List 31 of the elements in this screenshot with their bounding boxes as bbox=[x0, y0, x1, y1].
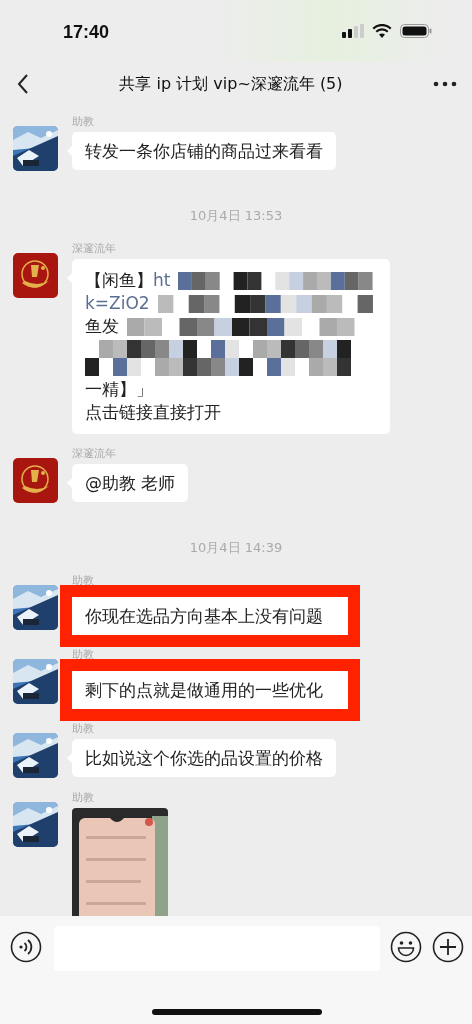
message-bubble[interactable]: 比如说这个你选的品设置的价格 bbox=[72, 739, 336, 777]
back-icon[interactable] bbox=[16, 73, 30, 95]
wifi-icon bbox=[372, 24, 392, 38]
voice-button[interactable] bbox=[10, 931, 42, 963]
sender-name: 助教 bbox=[72, 114, 94, 129]
message-bubble[interactable]: 【闲鱼】ht k=ZiO2 鱼发 一精】」 点击链接直接打开 bbox=[72, 259, 390, 434]
sender-name: 助教 bbox=[72, 721, 94, 736]
emblem-avatar-icon[interactable] bbox=[13, 253, 58, 298]
message-text: 点击链接直接打开 bbox=[85, 401, 221, 424]
link-text[interactable]: ht bbox=[153, 269, 171, 292]
sender-name: 助教 bbox=[72, 647, 94, 662]
more-icon[interactable] bbox=[432, 80, 458, 88]
message-text: 【闲鱼】 bbox=[85, 269, 153, 292]
status-time: 17:40 bbox=[63, 21, 110, 43]
link-text[interactable]: k=ZiO2 bbox=[85, 292, 150, 315]
chat-title: 共享 ip 计划 vip~深邃流年 (5) bbox=[118, 73, 344, 95]
message-bubble[interactable]: 你现在选品方向基本上没有问题 bbox=[72, 597, 348, 635]
add-button[interactable] bbox=[432, 931, 464, 963]
battery-icon bbox=[400, 24, 432, 38]
emblem-avatar-icon[interactable] bbox=[13, 458, 58, 503]
sender-name: 助教 bbox=[72, 790, 94, 805]
timestamp: 10月4日 13:53 bbox=[189, 207, 283, 225]
emoji-button[interactable] bbox=[390, 931, 422, 963]
message-text: 鱼发 bbox=[85, 315, 119, 338]
message-bubble[interactable]: 剩下的点就是做通用的一些优化 bbox=[72, 671, 348, 709]
message-text: 一精】」 bbox=[85, 378, 153, 401]
message-bubble[interactable]: @助教 老师 bbox=[72, 464, 189, 502]
sender-name: 助教 bbox=[72, 573, 94, 588]
signal-icon bbox=[342, 24, 364, 38]
message-bubble[interactable]: 转发一条你店铺的商品过来看看 bbox=[72, 132, 336, 170]
timestamp: 10月4日 14:39 bbox=[189, 539, 283, 557]
